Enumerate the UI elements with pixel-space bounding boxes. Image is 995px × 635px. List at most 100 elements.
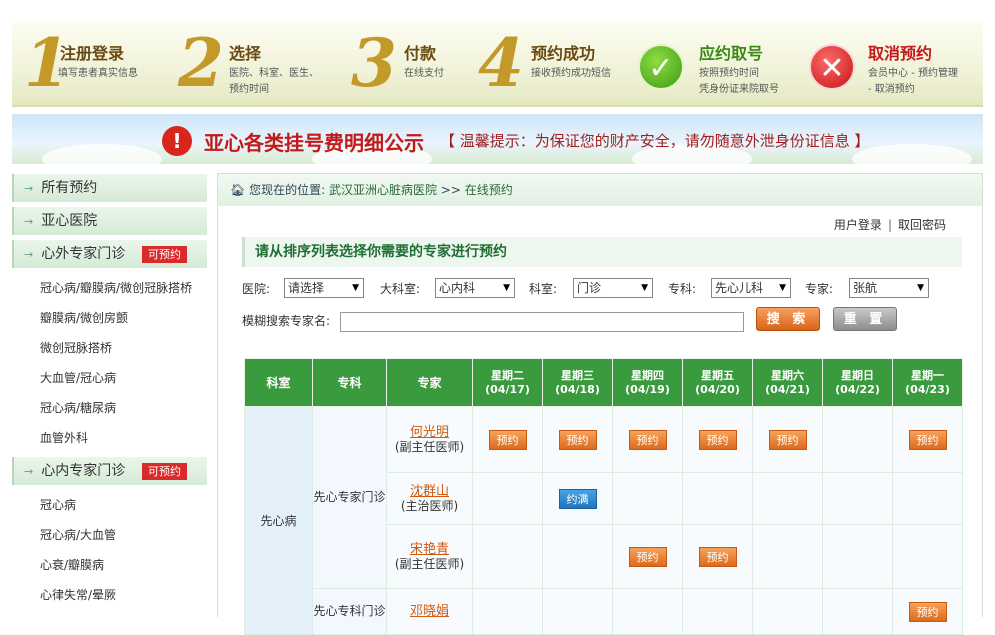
step-number: 4	[478, 24, 524, 102]
department-select[interactable]: 心内科 ▼	[435, 278, 515, 298]
hospital-select[interactable]: 请选择 ▼	[284, 278, 364, 298]
breadcrumb: 🏠︎ 您现在的位置: 武汉亚洲心脏病医院 >> 在线预约	[218, 174, 982, 206]
table-row: 先心病 先心专家门诊 何光明 (副主任医师) 预约 预约 预约 预约 预约 预约	[244, 406, 963, 635]
sidebar: → 所有预约 → 亚心医院 → 心外专家门诊 可预约 冠心病/瓣膜病/微创冠脉搭桥 瓣膜…	[12, 174, 207, 617]
doctor-link[interactable]: 何光明	[410, 425, 449, 440]
column-header: 专科	[312, 358, 387, 407]
expert-name-search-input[interactable]	[340, 312, 744, 332]
expert-select[interactable]: 张航 ▼	[849, 278, 929, 298]
step-desc: 会员中心 - 预约管理 - 取消预约	[868, 68, 958, 95]
book-button[interactable]: 预约	[628, 429, 667, 450]
step-number: 2	[178, 24, 224, 102]
sidebar-subitem[interactable]: 大血管/冠心病	[12, 363, 207, 393]
step-3: 3 付款 在线支付	[347, 22, 482, 107]
main-panel: 🏠︎ 您现在的位置: 武汉亚洲心脏病医院 >> 在线预约 用户登录 | 取回密码 请…	[217, 173, 983, 635]
arrow-right-icon: →	[24, 182, 34, 195]
sidebar-item-internal-experts[interactable]: → 心内专家门诊 可预约	[12, 457, 207, 485]
sidebar-subitem[interactable]: 冠心病/瓣膜病/微创冠脉搭桥	[12, 273, 207, 303]
step-desc: 按照预约时间 凭身份证来院取号	[699, 68, 779, 95]
column-header: 科室	[244, 358, 313, 407]
doctor-link[interactable]: 宋艳青	[410, 542, 449, 557]
sidebar-subitem[interactable]: 血管外科	[12, 423, 207, 453]
step-1: 1 注册登录 填写患者真实信息	[12, 22, 172, 107]
book-button[interactable]: 预约	[558, 429, 597, 450]
dropdown-arrow-icon: ▼	[503, 283, 510, 293]
arrow-right-icon: →	[24, 248, 34, 261]
sidebar-subitem[interactable]: 冠心病/大血管	[12, 520, 207, 550]
specialty-select[interactable]: 先心儿科 ▼	[711, 278, 791, 298]
sidebar-subitem[interactable]: 心律失常/晕厥	[12, 580, 207, 610]
step-title: 预约成功	[531, 44, 596, 63]
column-header: 星期日 (04/22)	[822, 358, 893, 407]
sidebar-subitem[interactable]: 冠心病	[12, 490, 207, 520]
doctor-cell: 邓晓娟	[386, 588, 473, 635]
doctor-cell: 宋艳青 (副主任医师)	[386, 524, 473, 589]
sidebar-subitem[interactable]: 瓣膜病/微创房颤	[12, 303, 207, 333]
available-badge: 可预约	[142, 463, 187, 480]
sidebar-item-surgery-experts[interactable]: → 心外专家门诊 可预约	[12, 240, 207, 268]
breadcrumb-hospital-link[interactable]: 武汉亚洲心脏病医院	[329, 183, 437, 197]
sidebar-item-all-appointments[interactable]: → 所有预约	[12, 174, 207, 202]
sidebar-subitem[interactable]: 心衰/瓣膜病	[12, 550, 207, 580]
book-button[interactable]: 预约	[488, 429, 527, 450]
column-header: 星期五 (04/20)	[682, 358, 753, 407]
search-button[interactable]: 搜 索	[756, 307, 820, 331]
fuzzy-search-label: 模糊搜索专家名:	[242, 314, 331, 328]
step-2: 2 选择 医院、科室、医生、 预约时间	[172, 22, 347, 107]
doctor-cell: 何光明 (副主任医师)	[386, 406, 473, 473]
column-header: 星期二 (04/17)	[472, 358, 543, 407]
book-button[interactable]: 预约	[698, 546, 737, 567]
available-badge: 可预约	[142, 246, 187, 263]
column-header: 星期六 (04/21)	[752, 358, 823, 407]
sidebar-item-yaxin-hospital[interactable]: → 亚心医院	[12, 207, 207, 235]
user-links: 用户登录 | 取回密码	[833, 218, 946, 232]
book-button[interactable]: 预约	[908, 429, 947, 450]
user-login-link[interactable]: 用户登录	[834, 218, 882, 232]
step-desc: 接收预约成功短信	[531, 68, 611, 79]
breadcrumb-current-link[interactable]: 在线预约	[465, 183, 513, 197]
office-select[interactable]: 门诊 ▼	[573, 278, 653, 298]
steps-banner: 1 注册登录 填写患者真实信息 2 选择 医院、科室、医生、 预约时间 3 付款 …	[12, 22, 983, 107]
step-title: 应约取号	[699, 44, 764, 63]
fee-notice-link[interactable]: 亚心各类挂号费明细公示	[204, 127, 424, 156]
dropdown-arrow-icon: ▼	[917, 283, 924, 293]
cross-icon: ✕	[809, 44, 855, 90]
column-header: 专家	[386, 358, 473, 407]
arrow-right-icon: →	[24, 215, 34, 228]
book-button[interactable]: 预约	[908, 601, 947, 622]
dept-cell: 先心病	[244, 406, 313, 635]
sidebar-subitem[interactable]: 微创冠脉搭桥	[12, 333, 207, 363]
step-desc: 在线支付	[404, 68, 444, 79]
doctor-cell: 沈群山 (主治医师)	[386, 472, 473, 525]
step-4: 4 预约成功 接收预约成功短信	[474, 22, 634, 107]
warning-icon: !	[162, 126, 192, 156]
column-header: 星期一 (04/23)	[892, 358, 963, 407]
dropdown-arrow-icon: ▼	[779, 283, 786, 293]
step-title: 选择	[229, 44, 262, 63]
book-button[interactable]: 预约	[768, 429, 807, 450]
filter-row: 医院: 请选择 ▼ 大科室: 心内科 ▼ 科室: 门诊 ▼ 专科: 先心儿科 ▼ 专家:…	[242, 278, 962, 298]
reset-button[interactable]: 重 置	[833, 307, 897, 331]
specialty-cell: 先心专科门诊	[312, 588, 387, 635]
book-button[interactable]: 预约	[628, 546, 667, 567]
step-title: 付款	[404, 44, 437, 63]
step-6: ✕ 取消预约 会员中心 - 预约管理 - 取消预约	[804, 22, 983, 107]
arrow-right-icon: →	[24, 465, 34, 478]
home-icon: 🏠︎	[230, 183, 246, 197]
checkmark-icon: ✓	[638, 44, 684, 90]
book-button[interactable]: 预约	[698, 429, 737, 450]
retrieve-password-link[interactable]: 取回密码	[898, 218, 946, 232]
column-header: 星期四 (04/19)	[612, 358, 683, 407]
fully-booked-badge: 约满	[558, 488, 597, 509]
schedule-table: 科室 专科 专家 星期二 (04/17) 星期三 (04/18) 星期四 (04/19…	[244, 358, 963, 635]
doctor-link[interactable]: 沈群山	[410, 484, 449, 499]
security-tip: 【 温馨提示：为保证您的财产安全，请勿随意外泄身份证信息 】	[440, 132, 870, 150]
step-number: 3	[351, 24, 397, 102]
table-row: 先心专科门诊 邓晓娟 预约	[245, 588, 963, 635]
step-title: 注册登录	[60, 44, 125, 63]
dropdown-arrow-icon: ▼	[352, 283, 359, 293]
notice-banner[interactable]: ! 亚心各类挂号费明细公示 【 温馨提示：为保证您的财产安全，请勿随意外泄身份证…	[12, 114, 983, 164]
dropdown-arrow-icon: ▼	[641, 283, 648, 293]
sidebar-subitem[interactable]: 冠心病/糖尿病	[12, 393, 207, 423]
step-desc: 医院、科室、医生、 预约时间	[229, 68, 319, 95]
